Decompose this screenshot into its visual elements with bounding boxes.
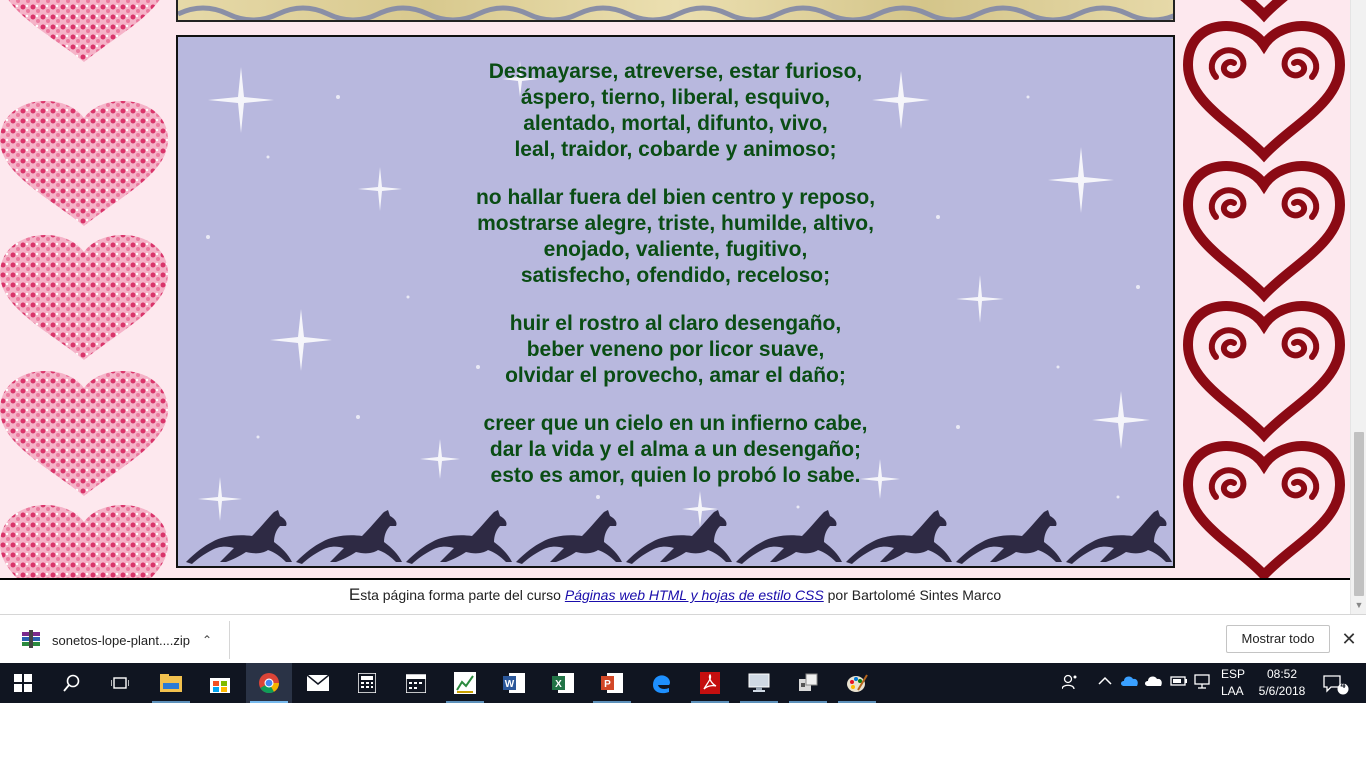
clock-date[interactable]: 5/6/2018 <box>1252 684 1312 698</box>
chrome-icon[interactable] <box>246 663 292 703</box>
page-footer: Esta página forma parte del curso Página… <box>0 580 1350 612</box>
scrollbar-thumb[interactable] <box>1354 432 1364 596</box>
keyboard-layout[interactable]: LAA <box>1221 684 1244 698</box>
close-icon[interactable]: ✕ <box>1340 627 1358 651</box>
download-item[interactable]: sonetos-lope-plant....zip ⌃ <box>8 621 230 659</box>
svg-text:P: P <box>604 679 611 690</box>
stanza-3: huir el rostro al claro desengaño, beber… <box>178 311 1173 389</box>
horse-icon <box>736 510 842 564</box>
windows-taskbar: W X P ESP LAA 08:52 5/6/2018 4 <box>0 663 1366 703</box>
input-language[interactable]: ESP <box>1221 667 1245 681</box>
calendar-icon[interactable] <box>393 663 439 703</box>
horse-icon <box>516 510 622 564</box>
poem-line: dar la vida y el alma a un desengaño; <box>489 438 862 461</box>
horse-icon <box>296 510 402 564</box>
clock-time[interactable]: 08:52 <box>1252 667 1312 681</box>
download-filename: sonetos-lope-plant....zip <box>52 632 191 648</box>
stanza-4: creer que un cielo en un infierno cabe, … <box>178 411 1173 489</box>
stanza-2: no hallar fuera del bien centro y reposo… <box>178 185 1173 289</box>
vertical-scrollbar[interactable]: ▼ <box>1350 0 1366 614</box>
onedrive-icon[interactable] <box>1144 673 1164 693</box>
poem-line: olvidar el provecho, amar el daño; <box>505 364 846 387</box>
poem-line: no hallar fuera del bien centro y reposo… <box>475 186 876 209</box>
heart-5 <box>0 504 168 578</box>
people-icon[interactable] <box>1061 673 1078 693</box>
top-decorative-band <box>176 0 1180 23</box>
horse-icon <box>956 510 1062 564</box>
swirl-heart-2 <box>1188 166 1340 295</box>
poem-line: creer que un cielo en un infierno cabe, <box>483 412 868 435</box>
swirl-heart-0 <box>1188 0 1340 15</box>
swirl-heart-4 <box>1188 446 1340 575</box>
horse-icon <box>406 510 512 564</box>
monitor-app-icon[interactable] <box>736 663 782 703</box>
excel-icon[interactable]: X <box>540 663 586 703</box>
show-all-downloads-button[interactable]: Mostrar todo <box>1226 625 1330 653</box>
footer-initial: E <box>348 585 361 604</box>
search-icon[interactable] <box>49 663 95 703</box>
course-link[interactable]: Páginas web HTML y hojas de estilo CSS <box>565 587 824 603</box>
poem-line: huir el rostro al claro desengaño, <box>509 312 842 335</box>
notification-count: 4 <box>1340 680 1346 690</box>
heart-3 <box>0 234 168 360</box>
blank-area <box>0 703 1366 768</box>
swirl-heart-3 <box>1188 306 1340 435</box>
footer-text-after: por Bartolomé Sintes Marco <box>823 587 1002 603</box>
poem-line: Desmayarse, atreverse, estar furioso, <box>488 60 863 83</box>
footer-text-before: sta página forma parte del curso <box>360 587 565 603</box>
network-icon[interactable] <box>1193 673 1211 693</box>
poem-line: enojado, valiente, fugitivo, <box>543 238 808 261</box>
poem-line: esto es amor, quien lo probó lo sabe. <box>490 464 861 487</box>
powerpoint-icon[interactable]: P <box>589 663 635 703</box>
svg-text:W: W <box>505 679 515 690</box>
network-app-icon[interactable] <box>785 663 831 703</box>
sonnet-text: Desmayarse, atreverse, estar furioso, ás… <box>178 59 1173 511</box>
poem-panel: Desmayarse, atreverse, estar furioso, ás… <box>176 35 1175 568</box>
left-hearts-decoration <box>0 0 172 578</box>
calculator-icon[interactable] <box>344 663 390 703</box>
zip-archive-icon <box>20 630 42 650</box>
poem-line: leal, traidor, cobarde y animoso; <box>514 138 837 161</box>
svg-text:X: X <box>555 679 562 690</box>
poem-line: alentado, mortal, difunto, vivo, <box>523 112 828 135</box>
edge-icon[interactable] <box>638 663 684 703</box>
running-horses-border <box>186 510 1172 564</box>
horse-icon <box>186 510 292 564</box>
horse-icon <box>846 510 952 564</box>
notifications-icon[interactable]: 4 <box>1322 673 1350 695</box>
file-explorer-icon[interactable] <box>148 663 194 703</box>
browser-viewport: Desmayarse, atreverse, estar furioso, ás… <box>0 0 1350 578</box>
swirl-heart-1 <box>1188 26 1340 155</box>
acrobat-icon[interactable] <box>687 663 733 703</box>
heart-2 <box>0 100 168 226</box>
poem-line: beber veneno por licor suave, <box>526 338 825 361</box>
onedrive-business-icon[interactable] <box>1120 673 1140 693</box>
horse-icon <box>1066 510 1172 564</box>
paint-icon[interactable] <box>834 663 880 703</box>
stanza-1: Desmayarse, atreverse, estar furioso, ás… <box>178 59 1173 163</box>
heart-1 <box>0 0 168 62</box>
right-hearts-decoration <box>1176 0 1350 578</box>
windows-start-icon[interactable] <box>0 663 46 703</box>
poem-line: mostrarse alegre, triste, humilde, altiv… <box>477 212 874 235</box>
poem-line: áspero, tierno, liberal, esquivo, <box>520 86 831 109</box>
chart-app-icon[interactable] <box>442 663 488 703</box>
scroll-down-arrow-icon[interactable]: ▼ <box>1354 600 1364 610</box>
chevron-up-tray-icon[interactable] <box>1098 673 1112 693</box>
battery-icon[interactable] <box>1170 673 1188 693</box>
download-shelf: sonetos-lope-plant....zip ⌃ Mostrar todo… <box>0 614 1366 663</box>
heart-4 <box>0 370 168 496</box>
horse-icon <box>626 510 732 564</box>
word-icon[interactable]: W <box>491 663 537 703</box>
mail-icon[interactable] <box>295 663 341 703</box>
task-view-icon[interactable] <box>97 663 143 703</box>
chevron-up-icon[interactable]: ⌃ <box>202 633 212 647</box>
store-icon[interactable] <box>197 663 243 703</box>
poem-line: satisfecho, ofendido, receloso; <box>520 264 831 287</box>
